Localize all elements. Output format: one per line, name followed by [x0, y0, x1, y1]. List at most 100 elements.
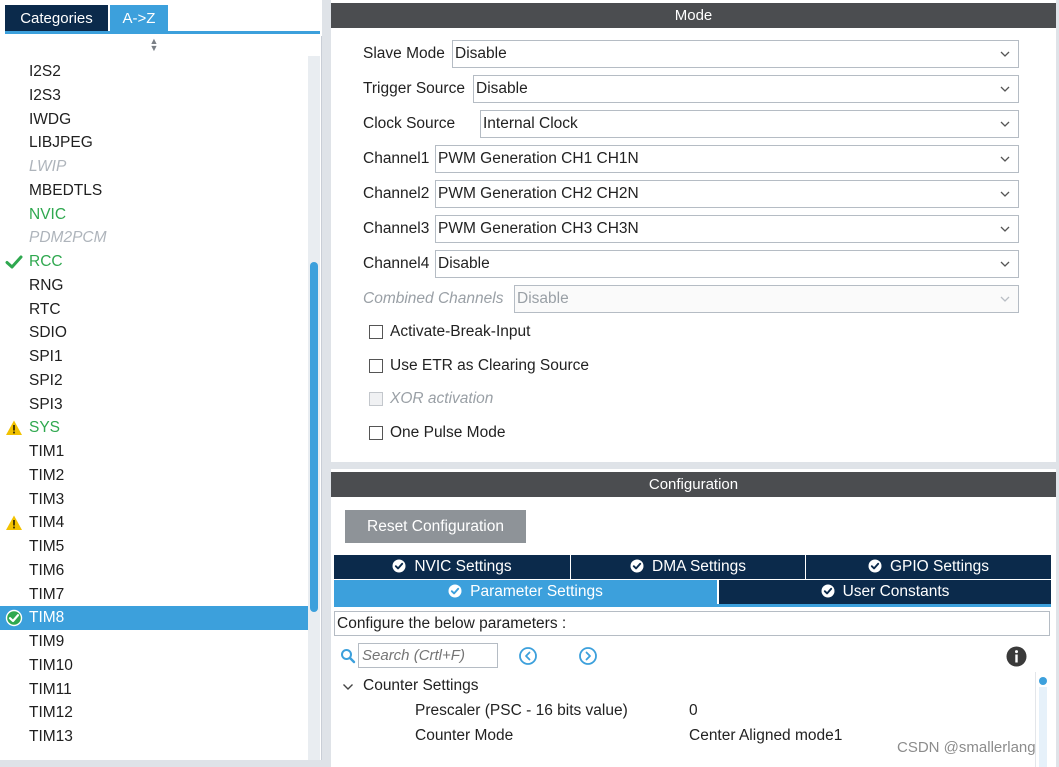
use-etr-label: Use ETR as Clearing Source [390, 357, 589, 374]
chevron-down-icon[interactable] [342, 681, 354, 693]
list-item-label: TIM13 [29, 728, 73, 745]
mode-panel: Mode Slave Mode Disable Trigger Source D… [331, 0, 1056, 462]
list-item[interactable]: TIM11 [0, 678, 308, 702]
list-item[interactable]: TIM13 [0, 725, 308, 749]
mode-header: Mode [331, 3, 1056, 28]
tab-parameter-settings-label: Parameter Settings [470, 583, 603, 600]
channel4-value: Disable [438, 255, 490, 272]
list-item-label: TIM4 [29, 514, 65, 532]
tab-dma-settings[interactable]: DMA Settings [571, 555, 805, 579]
list-item[interactable]: TIM6 [0, 559, 308, 583]
slave-mode-value: Disable [455, 45, 507, 62]
chevron-down-icon [1000, 296, 1010, 302]
chevron-down-icon [1000, 226, 1010, 232]
list-item[interactable]: TIM1 [0, 440, 308, 464]
check-icon [5, 255, 23, 269]
list-item-label: TIM8 [29, 609, 65, 627]
activate-break-input-label: Activate-Break-Input [390, 323, 531, 340]
list-item[interactable]: SPI3 [0, 393, 308, 417]
tab-categories[interactable]: Categories [5, 5, 108, 32]
trigger-source-select[interactable]: Disable [473, 75, 1019, 103]
list-item[interactable]: LIBJPEG [0, 131, 308, 155]
list-item[interactable]: RNG [0, 274, 308, 298]
tab-dma-settings-label: DMA Settings [652, 558, 746, 575]
list-item-label: IWDG [29, 110, 72, 128]
tab-nvic-settings[interactable]: NVIC Settings [334, 555, 570, 579]
list-item-label: TIM1 [29, 443, 65, 460]
check-circle-icon [630, 559, 644, 573]
prescaler-param-name: Prescaler (PSC - 16 bits value) [415, 702, 628, 719]
list-item-selected[interactable]: TIM8 [0, 606, 308, 630]
warning-icon [6, 515, 22, 531]
list-scrollbar-thumb[interactable] [310, 262, 318, 612]
previous-icon[interactable] [518, 646, 538, 666]
slave-mode-select[interactable]: Disable [452, 40, 1019, 68]
trigger-source-label: Trigger Source [363, 80, 465, 97]
list-item[interactable]: SDIO [0, 321, 308, 345]
warning-icon [6, 420, 22, 436]
tab-a-to-z[interactable]: A->Z [110, 5, 168, 32]
sort-toggle-icon[interactable]: ▲ ▼ [148, 37, 160, 54]
channel4-label: Channel4 [363, 255, 430, 272]
list-item[interactable]: RTC [0, 298, 308, 322]
prescaler-param-value[interactable]: 0 [689, 700, 698, 722]
list-item[interactable]: NVIC [0, 203, 308, 227]
counter-settings-group[interactable]: Counter Settings [363, 675, 478, 697]
list-item[interactable]: IWDG [0, 108, 308, 132]
tab-user-constants[interactable]: User Constants [719, 580, 1051, 604]
channel1-select[interactable]: PWM Generation CH1 CH1N [435, 145, 1019, 173]
configuration-panel: Configuration Reset Configuration NVIC S… [331, 469, 1056, 767]
info-icon[interactable] [1006, 646, 1027, 667]
list-item[interactable]: TIM9 [0, 630, 308, 654]
reset-configuration-button[interactable]: Reset Configuration [345, 510, 526, 543]
list-item[interactable]: I2S3 [0, 84, 308, 108]
tab-underline [334, 604, 1051, 607]
list-item[interactable]: TIM4 [0, 511, 308, 535]
list-item[interactable]: TIM5 [0, 535, 308, 559]
combined-channels-value: Disable [517, 290, 569, 307]
list-item[interactable]: TIM12 [0, 701, 308, 725]
list-item-label: SDIO [29, 324, 67, 342]
list-item[interactable]: TIM7 [0, 583, 308, 607]
scrollbar-thumb[interactable] [1039, 677, 1047, 685]
counter-mode-param-value[interactable]: Center Aligned mode1 [689, 725, 842, 747]
tab-gpio-settings-label: GPIO Settings [889, 558, 990, 575]
channel2-select[interactable]: PWM Generation CH2 CH2N [435, 180, 1019, 208]
chevron-down-icon [1000, 156, 1010, 162]
list-item-label: MBEDTLS [29, 181, 103, 199]
list-item[interactable]: SPI2 [0, 369, 308, 393]
tab-gpio-settings[interactable]: GPIO Settings [806, 555, 1051, 579]
clock-source-select[interactable]: Internal Clock [480, 110, 1019, 138]
list-item[interactable]: SYS [0, 416, 308, 440]
channel3-select[interactable]: PWM Generation CH3 CH3N [435, 215, 1019, 243]
use-etr-checkbox[interactable] [369, 359, 383, 373]
list-item[interactable]: PDM2PCM [0, 226, 308, 250]
list-item[interactable]: RCC [0, 250, 308, 274]
list-item[interactable]: TIM10 [0, 654, 308, 678]
list-item-label: TIM12 [29, 704, 73, 722]
list-item[interactable]: TIM2 [0, 464, 308, 488]
parameters-scrollbar[interactable] [1035, 672, 1049, 767]
list-item[interactable]: I2S2 [0, 60, 308, 84]
search-input[interactable] [358, 643, 498, 668]
channel4-select[interactable]: Disable [435, 250, 1019, 278]
next-icon[interactable] [578, 646, 598, 666]
list-scrollbar[interactable] [308, 56, 320, 760]
configure-instructions: Configure the below parameters : [334, 611, 1050, 636]
list-item[interactable]: MBEDTLS [0, 179, 308, 203]
watermark: CSDN @smallerlang [897, 739, 1036, 756]
list-item[interactable]: SPI1 [0, 345, 308, 369]
list-item-label: TIM6 [29, 561, 65, 579]
channel3-value: PWM Generation CH3 CH3N [438, 220, 639, 237]
one-pulse-mode-checkbox[interactable] [369, 426, 383, 440]
search-icon [341, 649, 356, 664]
tab-parameter-settings[interactable]: Parameter Settings [334, 580, 717, 604]
tab-user-constants-label: User Constants [842, 583, 950, 600]
chevron-down-icon [1000, 261, 1010, 267]
channel1-label: Channel1 [363, 150, 430, 167]
list-item[interactable]: LWIP [0, 155, 308, 179]
list-item-label: TIM9 [29, 633, 65, 650]
list-item-label: SPI1 [29, 348, 63, 365]
list-item[interactable]: TIM3 [0, 488, 308, 512]
activate-break-input-checkbox[interactable] [369, 325, 383, 339]
